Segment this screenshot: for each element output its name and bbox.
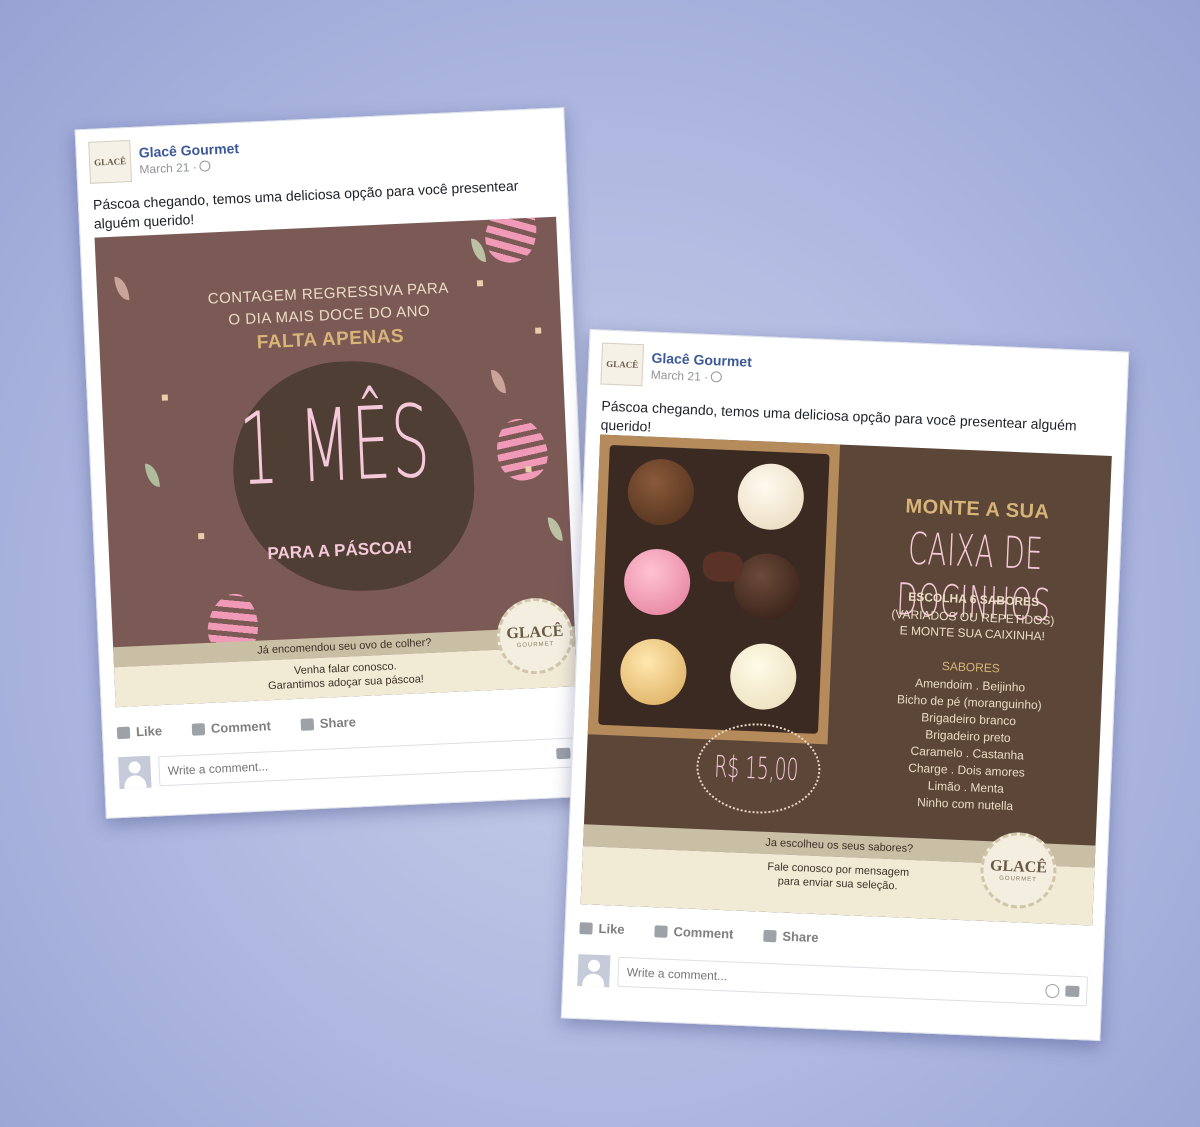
facebook-post-caixa-docinhos: GLACÊ Glacê Gourmet March 21 · Páscoa ch… xyxy=(560,328,1130,1042)
seal-brand-text: GLACÊ xyxy=(989,857,1048,877)
share-arrow-icon xyxy=(300,717,315,731)
post-date[interactable]: March 21 · xyxy=(139,157,240,178)
like-button[interactable]: Like xyxy=(116,723,163,740)
share-button[interactable]: Share xyxy=(300,714,356,731)
comment-label: Comment xyxy=(673,924,734,942)
post-actions: Like Comment Share xyxy=(116,714,356,740)
share-button[interactable]: Share xyxy=(763,928,819,945)
facebook-post-easter-countdown: GLACÊ Glacê Gourmet March 21 · Páscoa ch… xyxy=(74,107,596,819)
one-month-headline: 1 MÊS xyxy=(237,382,434,509)
thumbs-up-icon xyxy=(579,921,593,935)
confetti-dot xyxy=(198,533,205,540)
easter-egg-decoration xyxy=(479,216,545,269)
post-date-text: March 21 · xyxy=(650,367,709,384)
post-date-text: March 21 · xyxy=(139,159,198,177)
page-avatar[interactable]: GLACÊ xyxy=(600,342,645,387)
comment-input[interactable] xyxy=(617,956,1089,1007)
like-label: Like xyxy=(598,920,625,937)
confetti-dot xyxy=(525,466,532,473)
seal-brand-text: GLACÊ xyxy=(506,622,564,643)
like-label: Like xyxy=(135,723,163,740)
post-meta: Glacê Gourmet March 21 · xyxy=(138,139,240,178)
confetti-dot xyxy=(161,394,168,401)
camera-icon[interactable] xyxy=(1065,985,1080,998)
post-header: GLACÊ Glacê Gourmet March 21 · xyxy=(88,135,240,184)
price-tag: R$ 15,00 xyxy=(713,749,800,789)
comment-button[interactable]: Comment xyxy=(654,923,734,942)
like-button[interactable]: Like xyxy=(579,920,625,937)
comment-composer xyxy=(577,954,1089,1007)
post-actions: Like Comment Share xyxy=(579,920,819,945)
page-avatar[interactable]: GLACÊ xyxy=(88,139,133,184)
speech-bubble-icon xyxy=(191,722,206,736)
globe-icon xyxy=(199,160,212,172)
speech-bubble-icon xyxy=(654,924,668,938)
user-avatar-placeholder xyxy=(577,954,611,988)
comment-button[interactable]: Comment xyxy=(191,718,272,737)
post-header: GLACÊ Glacê Gourmet March 21 · xyxy=(600,342,753,391)
leaf-decoration xyxy=(470,237,487,263)
post-image[interactable]: R$ 15,00 MONTE A SUA CAIXA DE DOCINHOS E… xyxy=(580,434,1112,926)
chocolate-box-photo xyxy=(587,434,841,745)
comment-input[interactable] xyxy=(158,737,580,787)
comment-field-wrap xyxy=(617,956,1089,1007)
ribbon-bow xyxy=(702,550,744,583)
leaf-decoration xyxy=(490,369,507,394)
seal-sub-text: GOURMET xyxy=(999,875,1037,884)
camera-icon[interactable] xyxy=(556,747,571,760)
globe-icon xyxy=(710,371,723,383)
comment-field-wrap xyxy=(158,737,580,787)
leaf-decoration xyxy=(144,462,160,488)
easter-egg-decoration xyxy=(490,413,553,486)
avatar-logo-text: GLACÊ xyxy=(93,156,127,168)
share-label: Share xyxy=(782,928,819,946)
user-avatar-placeholder xyxy=(118,755,152,790)
post-meta: Glacê Gourmet March 21 · xyxy=(650,349,753,387)
thumbs-up-icon xyxy=(116,726,131,739)
share-label: Share xyxy=(319,714,357,731)
comment-composer xyxy=(118,736,580,790)
post-image[interactable]: CONTAGEM REGRESSIVA PARA O DIA MAIS DOCE… xyxy=(94,216,578,708)
avatar-logo-text: GLACÊ xyxy=(606,358,639,371)
share-arrow-icon xyxy=(763,929,777,942)
monte-a-sua-text: MONTE A SUA xyxy=(905,495,1050,524)
seal-sub-text: GOURMET xyxy=(516,641,555,649)
comment-label: Comment xyxy=(210,718,272,736)
